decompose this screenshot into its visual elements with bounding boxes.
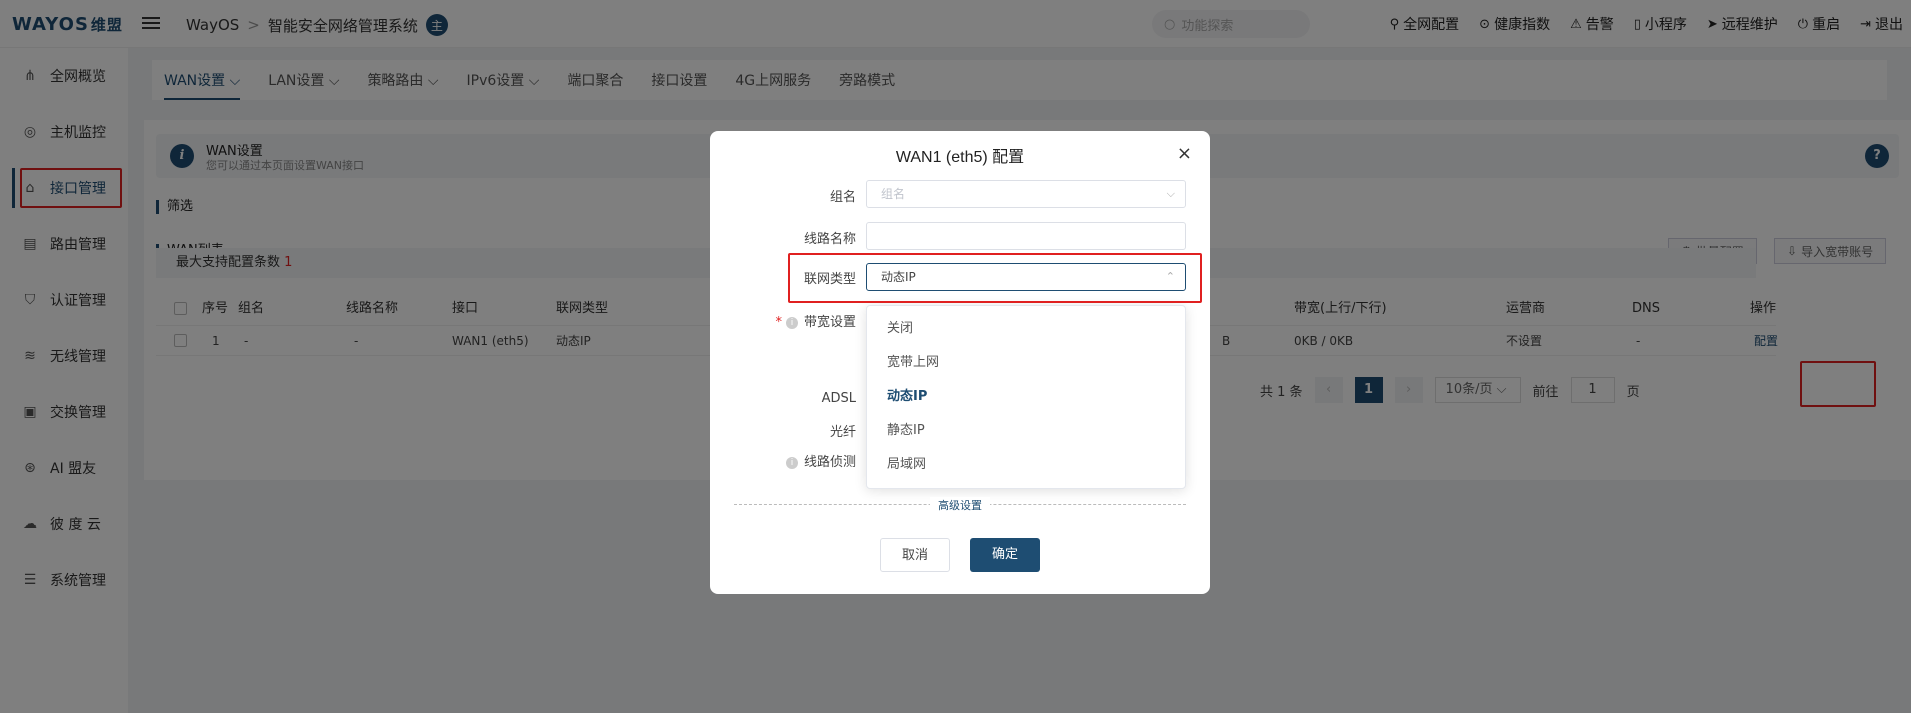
advanced-settings[interactable]: 高级设置: [734, 497, 1186, 513]
group-select[interactable]: 组名 ⌵: [866, 180, 1186, 208]
line-name-input[interactable]: [866, 222, 1186, 250]
option-lan[interactable]: 局域网: [867, 448, 1185, 482]
group-label: 组名: [829, 190, 856, 205]
option-dhcp[interactable]: 动态IP: [867, 380, 1185, 414]
cancel-button[interactable]: 取消: [880, 538, 950, 572]
option-broadband[interactable]: 宽带上网: [867, 346, 1185, 380]
bandwidth-label: * i 带宽设置: [775, 315, 856, 330]
line-name-label: 线路名称: [803, 232, 856, 247]
help-icon[interactable]: i: [785, 457, 798, 469]
net-type-dropdown: 关闭 宽带上网 动态IP 静态IP 局域网: [866, 305, 1186, 489]
adsl-label: ADSL: [821, 391, 856, 406]
option-static-ip[interactable]: 静态IP: [867, 414, 1185, 448]
chevron-down-icon: ⌵: [1166, 187, 1175, 200]
line-detect-label: i 线路侦测: [740, 451, 856, 470]
highlight-net-type: [788, 253, 1202, 303]
option-off[interactable]: 关闭: [867, 312, 1185, 346]
fiber-label: 光纤: [829, 425, 856, 440]
modal-title: WAN1 (eth5) 配置: [895, 149, 1025, 166]
help-icon[interactable]: i: [785, 317, 798, 329]
close-icon[interactable]: ×: [1177, 143, 1192, 164]
wan-config-modal: WAN1 (eth5) 配置 × 组名 组名 ⌵ 线路名称 联网类型 动态IP ⌃ …: [710, 131, 1210, 594]
ok-button[interactable]: 确定: [970, 538, 1040, 572]
